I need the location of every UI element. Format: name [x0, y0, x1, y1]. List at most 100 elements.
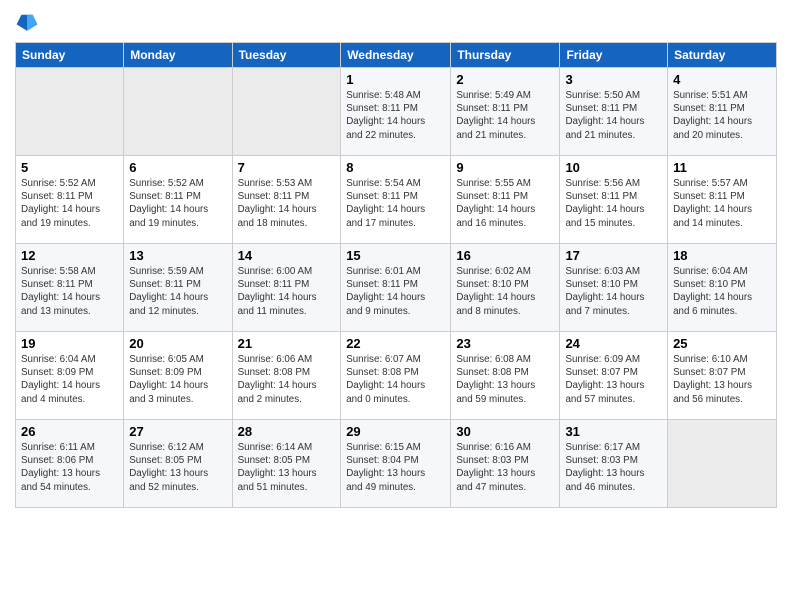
day-number: 2: [456, 72, 554, 87]
day-number: 18: [673, 248, 771, 263]
day-number: 24: [565, 336, 662, 351]
day-info: Sunrise: 5:59 AM Sunset: 8:11 PM Dayligh…: [129, 265, 226, 318]
day-number: 12: [21, 248, 118, 263]
calendar-week-5: 26Sunrise: 6:11 AM Sunset: 8:06 PM Dayli…: [16, 420, 777, 508]
day-info: Sunrise: 6:09 AM Sunset: 8:07 PM Dayligh…: [565, 353, 662, 406]
calendar-cell: 4 Sunrise: 5:51 AM Sunset: 8:11 PM Daylig…: [668, 68, 777, 156]
day-info: Sunrise: 5:48 AM Sunset: 8:11 PM Dayligh…: [346, 89, 445, 142]
day-info: Sunrise: 6:05 AM Sunset: 8:09 PM Dayligh…: [129, 353, 226, 406]
day-number: 30: [456, 424, 554, 439]
day-number: 23: [456, 336, 554, 351]
day-number: 1: [346, 72, 445, 87]
day-number: 7: [238, 160, 336, 175]
day-info: Sunrise: 5:49 AM Sunset: 8:11 PM Dayligh…: [456, 89, 554, 142]
calendar-cell: 27Sunrise: 6:12 AM Sunset: 8:05 PM Dayli…: [124, 420, 232, 508]
calendar-weekday-saturday: Saturday: [668, 43, 777, 68]
day-number: 10: [565, 160, 662, 175]
day-info: Sunrise: 6:11 AM Sunset: 8:06 PM Dayligh…: [21, 441, 118, 494]
calendar-cell: 22 Sunrise: 6:07 AM Sunset: 8:08 PM Dayli…: [341, 332, 451, 420]
calendar-week-3: 12 Sunrise: 5:58 AM Sunset: 8:11 PM Dayli…: [16, 244, 777, 332]
day-info: Sunrise: 6:10 AM Sunset: 8:07 PM Dayligh…: [673, 353, 771, 406]
calendar-week-2: 5 Sunrise: 5:52 AM Sunset: 8:11 PM Daylig…: [16, 156, 777, 244]
day-number: 31: [565, 424, 662, 439]
calendar-cell: 28 Sunrise: 6:14 AM Sunset: 8:05 PM Dayli…: [232, 420, 341, 508]
calendar-weekday-thursday: Thursday: [451, 43, 560, 68]
day-number: 15: [346, 248, 445, 263]
day-info: Sunrise: 6:07 AM Sunset: 8:08 PM Dayligh…: [346, 353, 445, 406]
calendar-cell: 24 Sunrise: 6:09 AM Sunset: 8:07 PM Dayli…: [560, 332, 668, 420]
calendar-cell: 26Sunrise: 6:11 AM Sunset: 8:06 PM Dayli…: [16, 420, 124, 508]
day-info: Sunrise: 6:00 AM Sunset: 8:11 PM Dayligh…: [238, 265, 336, 318]
day-info: Sunrise: 5:56 AM Sunset: 8:11 PM Dayligh…: [565, 177, 662, 230]
calendar-cell: [124, 68, 232, 156]
logo: [15, 10, 43, 34]
calendar-cell: 31 Sunrise: 6:17 AM Sunset: 8:03 PM Dayli…: [560, 420, 668, 508]
calendar-week-4: 19 Sunrise: 6:04 AM Sunset: 8:09 PM Dayli…: [16, 332, 777, 420]
calendar-cell: 21 Sunrise: 6:06 AM Sunset: 8:08 PM Dayli…: [232, 332, 341, 420]
day-info: Sunrise: 5:52 AM Sunset: 8:11 PM Dayligh…: [129, 177, 226, 230]
day-info: Sunrise: 6:02 AM Sunset: 8:10 PM Dayligh…: [456, 265, 554, 318]
day-number: 9: [456, 160, 554, 175]
day-number: 5: [21, 160, 118, 175]
day-info: Sunrise: 6:01 AM Sunset: 8:11 PM Dayligh…: [346, 265, 445, 318]
day-number: 14: [238, 248, 336, 263]
day-info: Sunrise: 5:52 AM Sunset: 8:11 PM Dayligh…: [21, 177, 118, 230]
calendar-cell: 15 Sunrise: 6:01 AM Sunset: 8:11 PM Dayli…: [341, 244, 451, 332]
day-number: 28: [238, 424, 336, 439]
calendar-cell: [232, 68, 341, 156]
calendar-cell: 20 Sunrise: 6:05 AM Sunset: 8:09 PM Dayli…: [124, 332, 232, 420]
day-info: Sunrise: 5:58 AM Sunset: 8:11 PM Dayligh…: [21, 265, 118, 318]
day-number: 13: [129, 248, 226, 263]
day-number: 16: [456, 248, 554, 263]
calendar-cell: [16, 68, 124, 156]
calendar-cell: 14 Sunrise: 6:00 AM Sunset: 8:11 PM Dayli…: [232, 244, 341, 332]
calendar-cell: 23 Sunrise: 6:08 AM Sunset: 8:08 PM Dayli…: [451, 332, 560, 420]
calendar-cell: 25Sunrise: 6:10 AM Sunset: 8:07 PM Dayli…: [668, 332, 777, 420]
day-number: 20: [129, 336, 226, 351]
calendar-cell: 9 Sunrise: 5:55 AM Sunset: 8:11 PM Daylig…: [451, 156, 560, 244]
day-info: Sunrise: 5:51 AM Sunset: 8:11 PM Dayligh…: [673, 89, 771, 142]
calendar-weekday-monday: Monday: [124, 43, 232, 68]
calendar-cell: 2 Sunrise: 5:49 AM Sunset: 8:11 PM Daylig…: [451, 68, 560, 156]
calendar-cell: 1 Sunrise: 5:48 AM Sunset: 8:11 PM Daylig…: [341, 68, 451, 156]
day-number: 8: [346, 160, 445, 175]
calendar-weekday-friday: Friday: [560, 43, 668, 68]
day-info: Sunrise: 5:50 AM Sunset: 8:11 PM Dayligh…: [565, 89, 662, 142]
calendar-cell: 13 Sunrise: 5:59 AM Sunset: 8:11 PM Dayli…: [124, 244, 232, 332]
day-info: Sunrise: 5:53 AM Sunset: 8:11 PM Dayligh…: [238, 177, 336, 230]
calendar-week-1: 1 Sunrise: 5:48 AM Sunset: 8:11 PM Daylig…: [16, 68, 777, 156]
day-info: Sunrise: 5:57 AM Sunset: 8:11 PM Dayligh…: [673, 177, 771, 230]
calendar-cell: 30Sunrise: 6:16 AM Sunset: 8:03 PM Dayli…: [451, 420, 560, 508]
day-number: 21: [238, 336, 336, 351]
page-header: [15, 10, 777, 34]
day-number: 6: [129, 160, 226, 175]
day-number: 4: [673, 72, 771, 87]
calendar-cell: 18 Sunrise: 6:04 AM Sunset: 8:10 PM Dayli…: [668, 244, 777, 332]
calendar-cell: 8Sunrise: 5:54 AM Sunset: 8:11 PM Daylig…: [341, 156, 451, 244]
calendar-cell: 17 Sunrise: 6:03 AM Sunset: 8:10 PM Dayli…: [560, 244, 668, 332]
day-info: Sunrise: 6:08 AM Sunset: 8:08 PM Dayligh…: [456, 353, 554, 406]
calendar-cell: [668, 420, 777, 508]
day-number: 3: [565, 72, 662, 87]
day-info: Sunrise: 6:06 AM Sunset: 8:08 PM Dayligh…: [238, 353, 336, 406]
day-number: 27: [129, 424, 226, 439]
calendar-header-row: SundayMondayTuesdayWednesdayThursdayFrid…: [16, 43, 777, 68]
day-info: Sunrise: 5:55 AM Sunset: 8:11 PM Dayligh…: [456, 177, 554, 230]
day-info: Sunrise: 6:04 AM Sunset: 8:10 PM Dayligh…: [673, 265, 771, 318]
day-info: Sunrise: 6:17 AM Sunset: 8:03 PM Dayligh…: [565, 441, 662, 494]
calendar-cell: 6 Sunrise: 5:52 AM Sunset: 8:11 PM Daylig…: [124, 156, 232, 244]
calendar-cell: 7 Sunrise: 5:53 AM Sunset: 8:11 PM Daylig…: [232, 156, 341, 244]
day-info: Sunrise: 6:03 AM Sunset: 8:10 PM Dayligh…: [565, 265, 662, 318]
calendar-cell: 12 Sunrise: 5:58 AM Sunset: 8:11 PM Dayli…: [16, 244, 124, 332]
day-number: 17: [565, 248, 662, 263]
calendar-cell: 11 Sunrise: 5:57 AM Sunset: 8:11 PM Dayli…: [668, 156, 777, 244]
day-info: Sunrise: 6:14 AM Sunset: 8:05 PM Dayligh…: [238, 441, 336, 494]
calendar-cell: 5 Sunrise: 5:52 AM Sunset: 8:11 PM Daylig…: [16, 156, 124, 244]
day-number: 11: [673, 160, 771, 175]
calendar-cell: 16 Sunrise: 6:02 AM Sunset: 8:10 PM Dayli…: [451, 244, 560, 332]
calendar-cell: 19 Sunrise: 6:04 AM Sunset: 8:09 PM Dayli…: [16, 332, 124, 420]
day-number: 22: [346, 336, 445, 351]
calendar-weekday-tuesday: Tuesday: [232, 43, 341, 68]
day-number: 19: [21, 336, 118, 351]
day-info: Sunrise: 6:04 AM Sunset: 8:09 PM Dayligh…: [21, 353, 118, 406]
